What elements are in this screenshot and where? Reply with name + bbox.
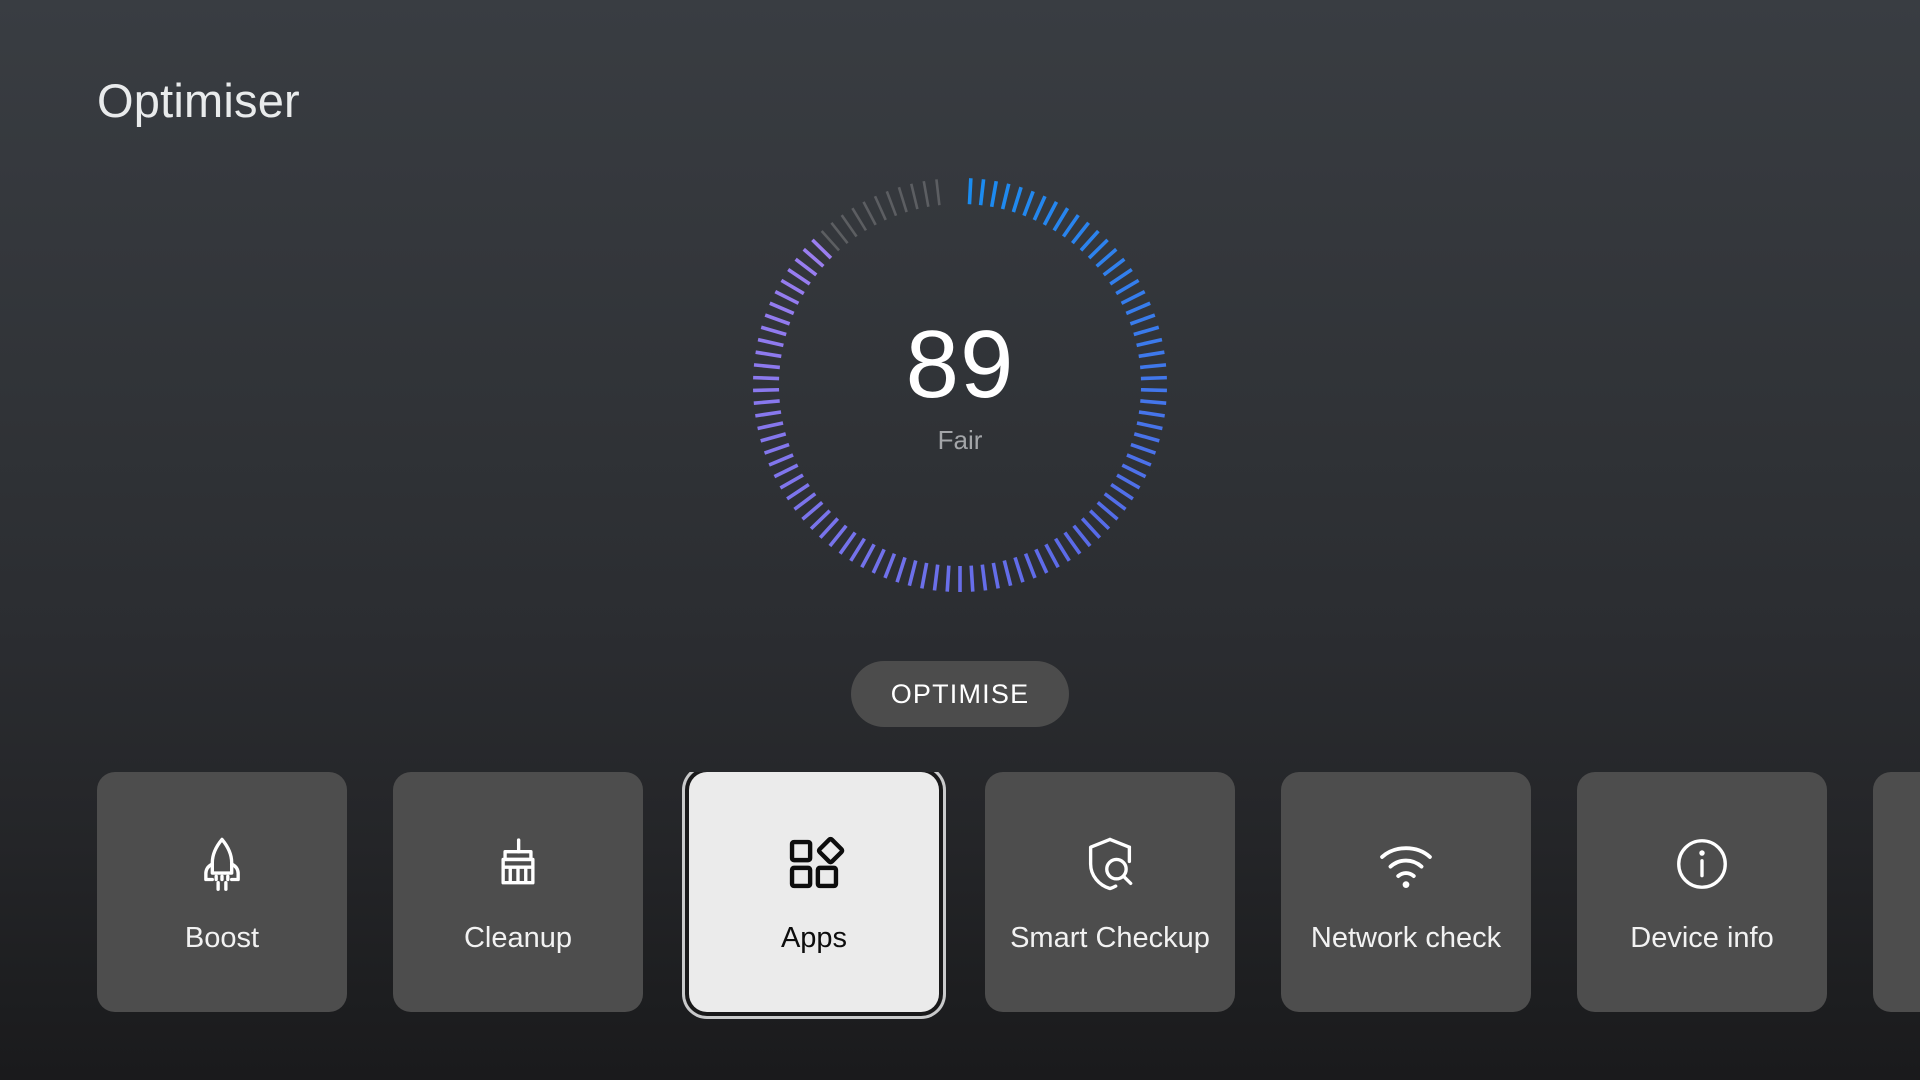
tile-partial[interactable]	[1873, 772, 1920, 1012]
tile-boost[interactable]: Boost	[97, 772, 347, 1012]
tile-label: Smart Checkup	[1010, 921, 1210, 954]
score-value: 89	[905, 311, 1015, 418]
info-circle-icon	[1664, 826, 1740, 902]
feature-tile-row: Boost Cleanup Apps Smart Checkup Network…	[0, 772, 1920, 1032]
optimisation-score-gauge: 89 Fair	[735, 160, 1185, 610]
optimise-button[interactable]: OPTIMISE	[851, 661, 1069, 727]
apps-grid-icon	[776, 826, 852, 902]
shield-search-icon	[1072, 826, 1148, 902]
wifi-icon	[1368, 826, 1444, 902]
tile-smart-checkup[interactable]: Smart Checkup	[985, 772, 1235, 1012]
page-title: Optimiser	[97, 74, 300, 127]
rocket-icon	[184, 826, 260, 902]
tile-label: Apps	[780, 921, 848, 954]
tile-cleanup[interactable]: Cleanup	[393, 772, 643, 1012]
score-status-label: Fair	[937, 425, 983, 455]
tile-device-info[interactable]: Device info	[1577, 772, 1827, 1012]
tile-apps[interactable]: Apps	[689, 772, 939, 1012]
tile-label: Cleanup	[463, 921, 573, 954]
tile-label: Device info	[1630, 921, 1774, 954]
tile-network-check[interactable]: Network check	[1281, 772, 1531, 1012]
gauge-readout: 89 Fair	[735, 160, 1185, 610]
brush-icon	[480, 826, 556, 902]
tile-label: Network check	[1310, 921, 1502, 954]
tile-label: Boost	[184, 921, 260, 954]
